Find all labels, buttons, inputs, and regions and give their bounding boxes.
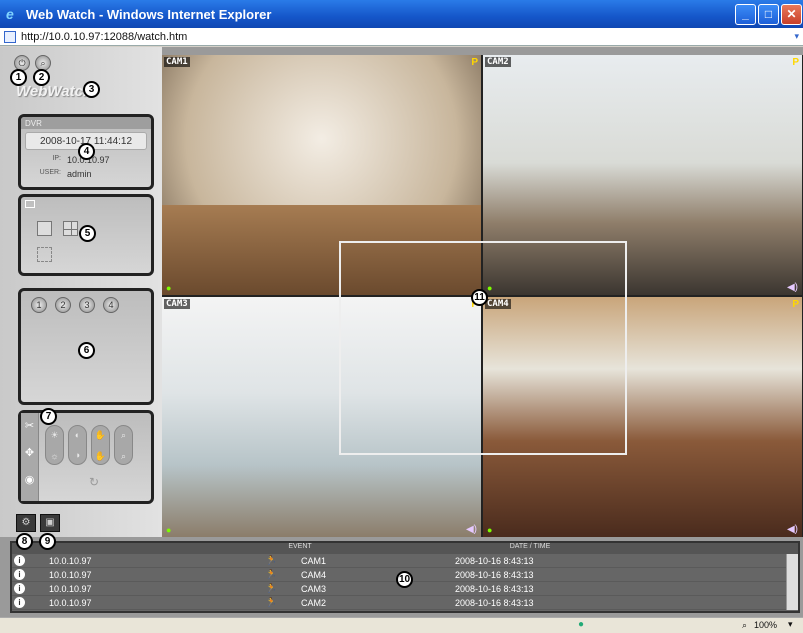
contrast-control[interactable]: ◐ ◑ — [68, 425, 87, 465]
channel-3-button[interactable]: 3 — [79, 297, 95, 313]
callout-8: 8 — [16, 533, 33, 550]
event-camera: CAM4 — [301, 569, 327, 580]
callout-7: 7 — [40, 408, 57, 425]
event-ip: 10.0.10.97 — [49, 583, 92, 594]
color-control[interactable]: ✋ ✋ — [91, 425, 110, 465]
zoom-level[interactable]: 100% — [754, 620, 777, 630]
camera-4-record-icon: ● — [487, 525, 493, 535]
event-camera: CAM2 — [301, 597, 327, 608]
address-dropdown-icon[interactable]: ▾ — [794, 31, 799, 42]
info-icon: i — [14, 597, 25, 608]
motion-event-icon: 🏃 — [265, 569, 278, 579]
address-url[interactable]: http://10.0.10.97:12088/watch.htm — [21, 31, 187, 43]
camera-2-audio-icon[interactable]: ◀) — [787, 282, 798, 293]
callout-1: 1 — [10, 69, 27, 86]
event-camera: CAM1 — [301, 555, 327, 566]
callout-2: 2 — [33, 69, 50, 86]
motion-event-icon: 🏃 — [265, 583, 278, 593]
callout-3: 3 — [83, 81, 100, 98]
datetime-column-header: DATE / TIME — [509, 543, 551, 550]
event-datetime: 2008-10-16 8:43:13 — [455, 555, 534, 566]
channel-1-button[interactable]: 1 — [31, 297, 47, 313]
maximize-button[interactable]: □ — [758, 4, 779, 25]
image-adjust-panel: ✂ ✥ ◉ ☀ ☼ ◐ ◑ ✋ ✋ ⌕ ⌕ ↻ — [18, 410, 154, 504]
callout-9: 9 — [39, 533, 56, 550]
close-button[interactable]: ✕ — [781, 4, 802, 25]
adjust-tab-strip: ✂ ✥ ◉ — [21, 413, 39, 501]
user-value: admin — [67, 169, 92, 179]
camera-2-ptz-flag: P — [792, 57, 799, 68]
ip-label: IP: — [52, 155, 61, 162]
event-ip: 10.0.10.97 — [49, 555, 92, 566]
status-bar: ● ⌕ 100% ▾ — [0, 617, 803, 633]
channel-2-button[interactable]: 2 — [55, 297, 71, 313]
zoom-dropdown-icon[interactable]: ▾ — [788, 619, 793, 630]
channel-4-button[interactable]: 4 — [103, 297, 119, 313]
motion-event-icon: 🏃 — [265, 597, 278, 607]
title-bar: e Web Watch - Windows Internet Explorer … — [0, 0, 803, 28]
callout-5: 5 — [79, 225, 96, 242]
info-icon: i — [14, 555, 25, 566]
event-scrollbar[interactable] — [786, 554, 798, 610]
camera-1-label: CAM1 — [164, 57, 190, 67]
event-column-header: EVENT — [288, 543, 312, 550]
callout-4: 4 — [78, 143, 95, 160]
ptz-icon[interactable]: ✥ — [21, 446, 38, 459]
reset-icon[interactable]: ↻ — [89, 475, 99, 489]
camera-2-label: CAM2 — [485, 57, 511, 67]
address-bar[interactable]: http://10.0.10.97:12088/watch.htm ▾ — [0, 28, 803, 46]
internet-zone-icon: ● — [578, 619, 585, 630]
settings-button[interactable]: ⚙ — [16, 514, 36, 532]
user-label: USER: — [39, 169, 61, 176]
camera-4-ptz-flag: P — [792, 299, 799, 310]
tools-icon[interactable]: ✂ — [21, 419, 38, 432]
window-title: Web Watch - Windows Internet Explorer — [26, 6, 272, 22]
minimize-button[interactable]: _ — [735, 4, 756, 25]
event-ip: 10.0.10.97 — [49, 597, 92, 608]
ie-logo-icon: e — [6, 5, 14, 22]
webwatch-logo: WebWatch — [16, 83, 93, 100]
quad-screen-icon[interactable] — [63, 221, 78, 236]
fullscreen-icon[interactable] — [37, 247, 52, 262]
event-datetime: 2008-10-16 8:43:13 — [455, 569, 534, 580]
motion-event-icon: 🏃 — [265, 555, 278, 565]
brightness-control[interactable]: ☀ ☼ — [45, 425, 64, 465]
zoom-icon[interactable]: ⌕ — [742, 620, 747, 631]
event-camera: CAM3 — [301, 583, 327, 594]
event-datetime: 2008-10-16 8:43:13 — [455, 597, 534, 608]
camera-1-ptz-flag: P — [471, 57, 478, 68]
web-watch-app: ⏻ ⌕ 1 2 WebWatch 3 DVR 2008-10-17 11:44:… — [0, 47, 803, 617]
camera-icon[interactable]: ◉ — [21, 473, 38, 486]
info-icon: i — [14, 583, 25, 594]
camera-3-audio-icon[interactable]: ◀) — [466, 524, 477, 535]
event-row[interactable]: i 10.0.10.97 🏃 CAM1 2008-10-16 8:43:13 — [12, 554, 798, 568]
dvr-header: DVR — [21, 117, 151, 129]
camera-1-record-icon: ● — [166, 283, 172, 293]
event-row[interactable]: i 10.0.10.97 🏃 CAM2 2008-10-16 8:43:13 — [12, 596, 798, 610]
zoom-control[interactable]: ⌕ ⌕ — [114, 425, 133, 465]
info-icon: i — [14, 569, 25, 580]
layout-header-icon — [25, 200, 35, 208]
single-screen-icon[interactable] — [37, 221, 52, 236]
callout-10: 10 — [396, 571, 413, 588]
camera-3-record-icon: ● — [166, 525, 172, 535]
event-ip: 10.0.10.97 — [49, 569, 92, 580]
sidebar: ⏻ ⌕ 1 2 WebWatch 3 DVR 2008-10-17 11:44:… — [0, 47, 162, 550]
monitor-button[interactable]: ▣ — [40, 514, 60, 532]
event-datetime: 2008-10-16 8:43:13 — [455, 583, 534, 594]
camera-4-audio-icon[interactable]: ◀) — [787, 524, 798, 535]
callout-6: 6 — [78, 342, 95, 359]
camera-3-label: CAM3 — [164, 299, 190, 309]
zoom-overlay-frame — [339, 241, 627, 455]
callout-11: 11 — [471, 289, 488, 306]
page-icon — [4, 30, 16, 43]
